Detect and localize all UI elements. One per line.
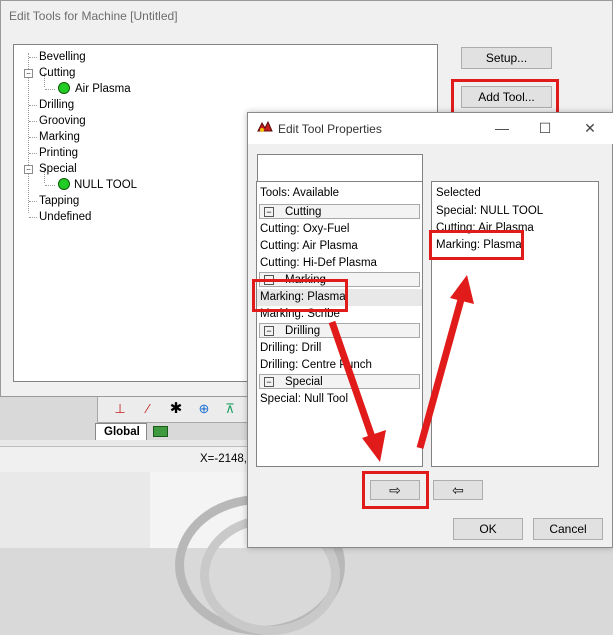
annotation-arrow-down [328, 320, 377, 442]
annotation-arrowhead-up [450, 275, 474, 304]
annotation-arrow-up [416, 295, 466, 449]
annotation-arrows [328, 275, 474, 462]
annotation-arrowhead-down [362, 430, 386, 462]
